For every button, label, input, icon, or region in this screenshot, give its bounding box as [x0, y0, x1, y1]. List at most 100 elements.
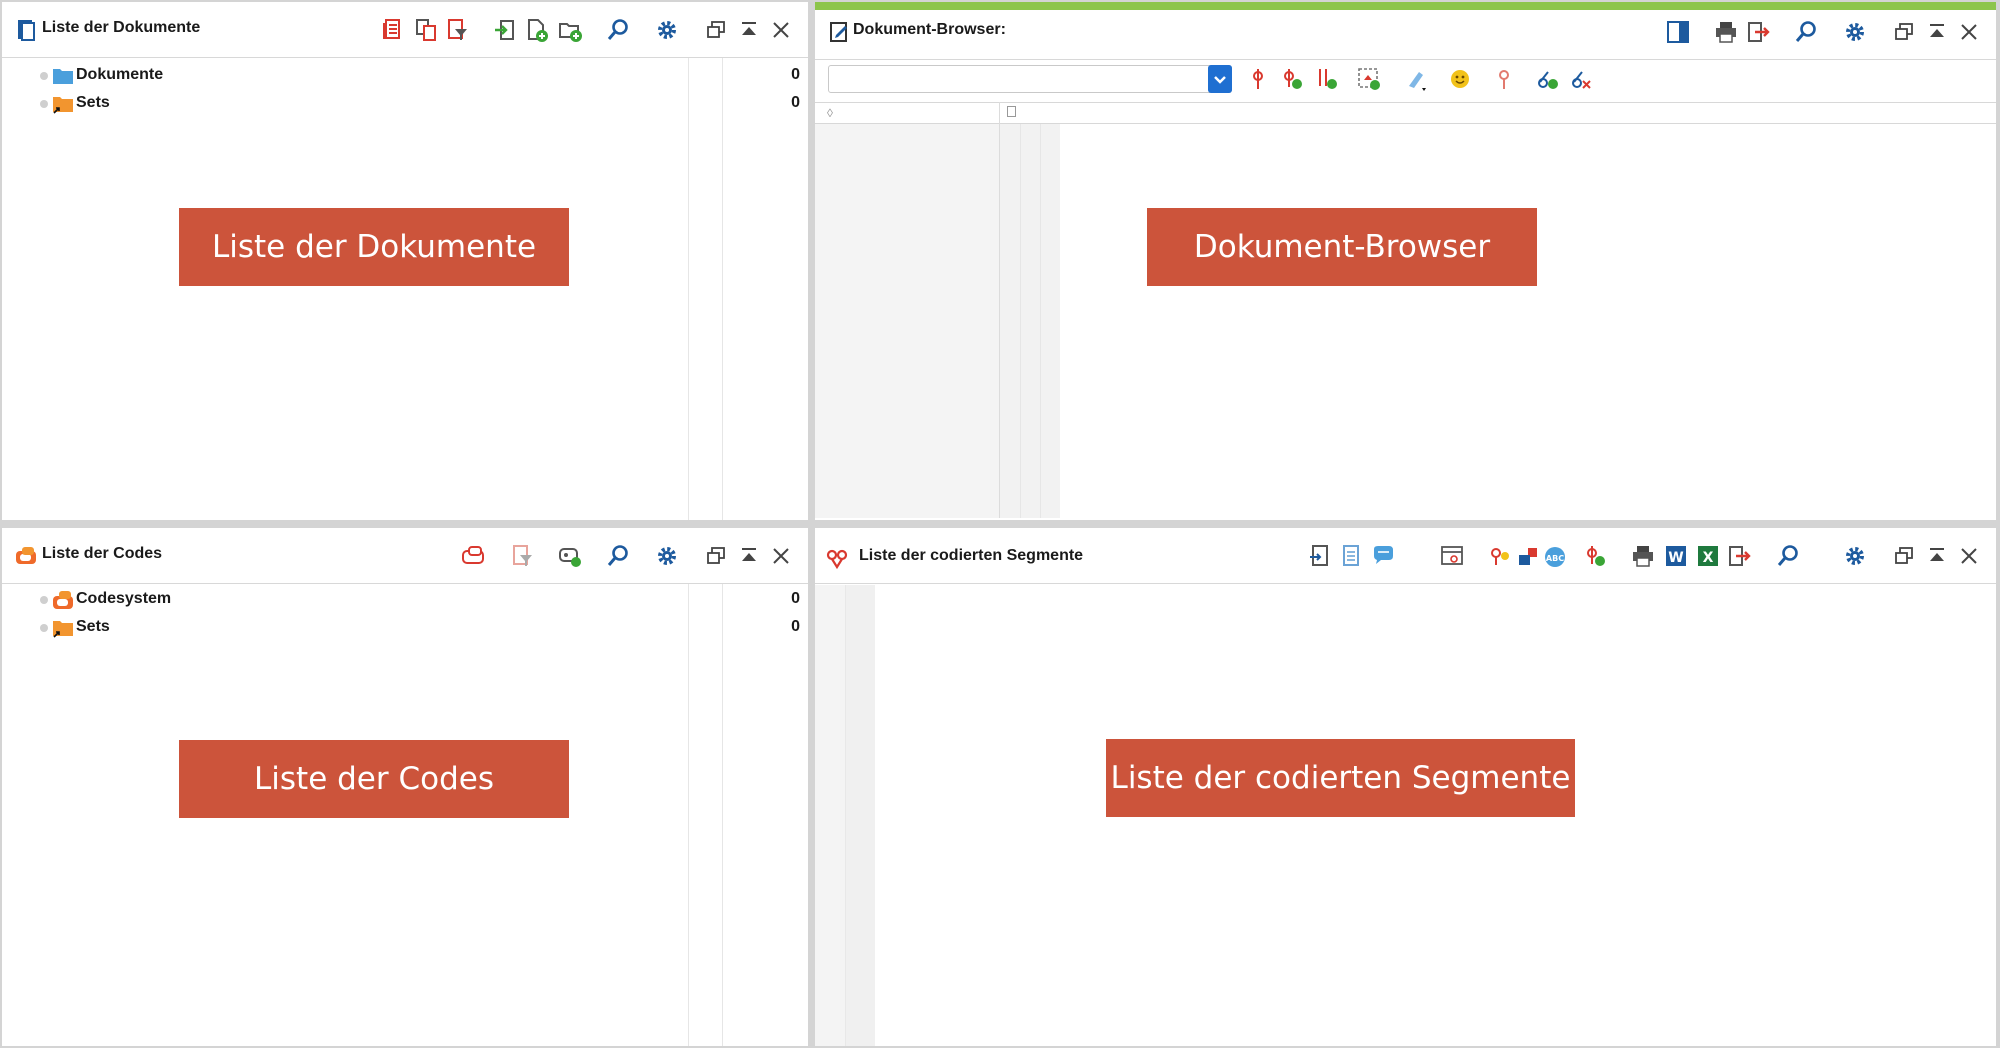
add-codes-icon[interactable]: [1313, 66, 1339, 92]
close-icon[interactable]: [1956, 543, 1982, 569]
table-overview-icon[interactable]: [1439, 543, 1465, 569]
gutter-divider: [1020, 124, 1021, 518]
gear-icon[interactable]: [654, 543, 680, 569]
panel-title: Liste der Dokumente: [42, 19, 201, 36]
import-icon[interactable]: [492, 17, 518, 43]
code-stripe-area: [815, 585, 845, 1046]
search-icon[interactable]: [1775, 543, 1801, 569]
tree-bullet: [40, 596, 48, 604]
color-blocks-icon[interactable]: [1515, 543, 1541, 569]
undock-icon[interactable]: [703, 17, 729, 43]
set-folder-icon: [52, 94, 74, 114]
maximize-icon[interactable]: [1924, 543, 1950, 569]
new-document-icon[interactable]: [524, 17, 550, 43]
tree-item-label: Sets: [76, 618, 110, 635]
add-code-icon[interactable]: [1279, 66, 1305, 92]
column-divider: [722, 584, 723, 1046]
remove-link-icon[interactable]: [1568, 66, 1594, 92]
add-link-icon[interactable]: [1534, 66, 1560, 92]
filter-documents-icon[interactable]: [445, 17, 471, 43]
select-area-icon[interactable]: [1356, 66, 1382, 92]
print-icon[interactable]: [1630, 543, 1656, 569]
page-icon: [1007, 106, 1016, 117]
tree-item-label: Codesystem: [76, 590, 172, 607]
codes-panel: Liste der Codes Codesystem 0 Sets 0 List…: [2, 528, 808, 1046]
close-icon[interactable]: [768, 543, 794, 569]
panel-title: Dokument-Browser:: [853, 21, 1006, 38]
word-export-icon[interactable]: W: [1663, 543, 1689, 569]
print-icon[interactable]: [1713, 19, 1739, 45]
svg-text:W: W: [1668, 550, 1683, 566]
code-marker-icon[interactable]: [1491, 66, 1517, 92]
search-icon[interactable]: [605, 17, 631, 43]
filter-codes-icon[interactable]: [510, 543, 536, 569]
documents-list-icon[interactable]: [380, 17, 406, 43]
panel-title: Liste der codierten Segmente: [859, 547, 1084, 564]
undock-icon[interactable]: [703, 543, 729, 569]
column-divider: [722, 58, 723, 520]
code-idea-icon[interactable]: [1487, 543, 1513, 569]
count-value: 0: [791, 618, 800, 635]
browser-titlebar: Dokument-Browser:: [815, 10, 1996, 60]
emoticon-icon[interactable]: [1447, 66, 1473, 92]
add-code-icon[interactable]: [1582, 543, 1608, 569]
search-icon[interactable]: [1793, 19, 1819, 45]
close-icon[interactable]: [1956, 19, 1982, 45]
segment-gutter: [845, 585, 875, 1046]
code-system-icon: [14, 544, 38, 568]
export-icon[interactable]: [1727, 543, 1753, 569]
overlay-label: Liste der Codes: [179, 740, 569, 818]
overlay-label: Liste der Dokumente: [179, 208, 569, 286]
code-list-icon[interactable]: [460, 543, 486, 569]
count-value: 0: [791, 590, 800, 607]
documents-panel: Liste der Dokumente Dokumente 0 Sets 0 L…: [2, 2, 808, 520]
code-column-icon: ◊: [827, 106, 833, 120]
go-to-document-icon[interactable]: [1307, 543, 1333, 569]
undock-icon[interactable]: [1891, 543, 1917, 569]
panel-title: Liste der Codes: [42, 545, 163, 562]
close-icon[interactable]: [768, 17, 794, 43]
svg-text:X: X: [1703, 550, 1714, 566]
comment-icon[interactable]: [1370, 543, 1396, 569]
chevron-down-icon[interactable]: [1208, 65, 1232, 93]
overlay-label: Dokument-Browser: [1147, 208, 1537, 286]
gutter-divider: [845, 585, 846, 1046]
column-divider: [688, 584, 689, 1046]
search-icon[interactable]: [605, 543, 631, 569]
code-stripe-area: [815, 124, 999, 518]
documents-titlebar: Liste der Dokumente: [2, 2, 808, 58]
copy-documents-icon[interactable]: [413, 17, 439, 43]
toolbar-divider: [815, 102, 1996, 103]
tree-bullet: [40, 624, 48, 632]
maximize-icon[interactable]: [736, 543, 762, 569]
text-view-icon[interactable]: [1338, 543, 1364, 569]
folder-icon: [52, 66, 74, 86]
count-value: 0: [791, 66, 800, 83]
gear-icon[interactable]: [1842, 543, 1868, 569]
tree-item-label: Sets: [76, 94, 110, 111]
undock-icon[interactable]: [1891, 19, 1917, 45]
export-icon[interactable]: [1746, 19, 1772, 45]
maximize-icon[interactable]: [736, 17, 762, 43]
sidebar-toggle-icon[interactable]: [1665, 19, 1691, 45]
coded-segments-icon: [825, 546, 849, 570]
code-select-combo[interactable]: [828, 65, 1232, 93]
segments-titlebar: Liste der codierten Segmente ABC W X: [815, 528, 1996, 584]
highlighter-icon[interactable]: [1405, 66, 1431, 92]
excel-export-icon[interactable]: X: [1695, 543, 1721, 569]
svg-text:ABC: ABC: [1546, 554, 1564, 563]
tree-bullet: [40, 100, 48, 108]
gutter-divider: [1040, 124, 1041, 518]
spellcheck-icon[interactable]: ABC: [1542, 543, 1568, 569]
new-code-icon[interactable]: [557, 543, 583, 569]
coded-segments-panel: Liste der codierten Segmente ABC W X Lis…: [815, 528, 1996, 1046]
document-list-icon: [14, 18, 38, 42]
gear-icon[interactable]: [654, 17, 680, 43]
code-pin-icon[interactable]: [1245, 66, 1271, 92]
codes-titlebar: Liste der Codes: [2, 528, 808, 584]
new-folder-icon[interactable]: [557, 17, 583, 43]
column-divider: [688, 58, 689, 520]
document-browser-panel: Dokument-Browser: ◊ Dokument-Browser: [815, 2, 1996, 520]
maximize-icon[interactable]: [1924, 19, 1950, 45]
gear-icon[interactable]: [1842, 19, 1868, 45]
